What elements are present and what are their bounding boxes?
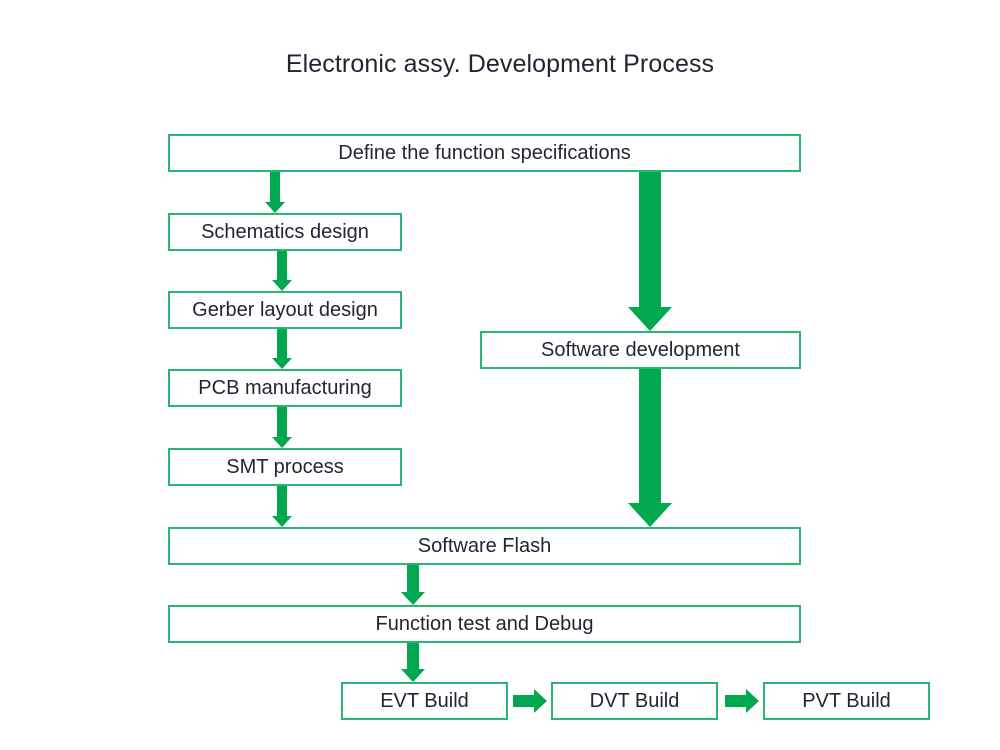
arrow-gerber-to-pcb-icon: [272, 329, 292, 369]
process-box-label: Software Flash: [417, 535, 552, 557]
process-box-schematics[interactable]: Schematics design: [168, 213, 402, 251]
arrow-functiontest-to-evt-icon: [401, 643, 425, 682]
arrow-smt-to-flash-icon: [272, 486, 292, 527]
process-box-label: DVT Build: [589, 690, 680, 712]
process-box-function-test[interactable]: Function test and Debug: [168, 605, 801, 643]
process-box-label: PCB manufacturing: [198, 377, 372, 399]
process-box-software-dev[interactable]: Software development: [480, 331, 801, 369]
process-box-label: Gerber layout design: [192, 299, 378, 321]
arrow-schematics-to-gerber-icon: [272, 251, 292, 291]
process-box-dvt-build[interactable]: DVT Build: [551, 682, 718, 720]
process-box-label: Define the function specifications: [338, 142, 631, 164]
flowchart-canvas: Electronic assy. Development Process Def…: [0, 0, 1000, 750]
process-box-gerber[interactable]: Gerber layout design: [168, 291, 402, 329]
arrow-evt-to-dvt-icon: [513, 689, 547, 713]
process-box-software-flash[interactable]: Software Flash: [168, 527, 801, 565]
arrow-define-to-schematics-icon: [265, 172, 285, 213]
arrow-softwaredev-to-flash-icon: [628, 369, 672, 527]
process-box-label: PVT Build: [802, 690, 891, 712]
arrow-define-to-softwaredev-icon: [628, 172, 672, 331]
page-title: Electronic assy. Development Process: [285, 50, 715, 78]
process-box-label: Schematics design: [201, 221, 369, 243]
arrow-pcb-to-smt-icon: [272, 407, 292, 448]
process-box-define-spec[interactable]: Define the function specifications: [168, 134, 801, 172]
process-box-label: SMT process: [226, 456, 344, 478]
process-box-label: Software development: [540, 339, 740, 361]
process-box-label: EVT Build: [380, 690, 469, 712]
process-box-smt[interactable]: SMT process: [168, 448, 402, 486]
process-box-pvt-build[interactable]: PVT Build: [763, 682, 930, 720]
arrow-dvt-to-pvt-icon: [725, 689, 759, 713]
arrow-flash-to-functiontest-icon: [401, 565, 425, 605]
process-box-label: Function test and Debug: [375, 613, 594, 635]
process-box-pcb[interactable]: PCB manufacturing: [168, 369, 402, 407]
process-box-evt-build[interactable]: EVT Build: [341, 682, 508, 720]
